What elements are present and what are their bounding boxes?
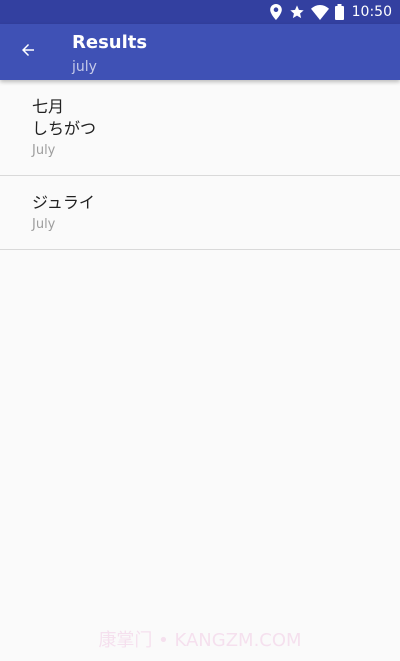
screen: 10:50 Results july 七月 しちがつ July ジュライ Jul… xyxy=(0,0,400,661)
results-list: 七月 しちがつ July ジュライ July xyxy=(0,80,400,250)
back-button[interactable] xyxy=(16,40,40,64)
watermark: 康掌门 • KANGZM.COM xyxy=(98,630,302,651)
status-bar: 10:50 xyxy=(0,0,400,24)
result-item[interactable]: 七月 しちがつ July xyxy=(0,80,400,176)
page-title: Results xyxy=(72,32,148,53)
result-item[interactable]: ジュライ July xyxy=(0,176,400,250)
result-meaning: July xyxy=(32,143,56,158)
status-time: 10:50 xyxy=(351,4,392,20)
result-katakana: ジュライ xyxy=(32,193,95,212)
result-kanji: 七月 xyxy=(32,97,65,116)
status-icons: 10:50 xyxy=(269,0,392,24)
app-bar: Results july xyxy=(0,24,400,80)
battery-icon xyxy=(334,4,344,20)
search-query-subtitle: july xyxy=(72,59,97,75)
star-icon xyxy=(289,4,305,20)
arrow-back-icon xyxy=(19,41,37,63)
wifi-icon xyxy=(310,4,329,20)
location-icon xyxy=(269,4,283,20)
result-reading: しちがつ xyxy=(32,119,97,138)
result-meaning: July xyxy=(32,217,56,232)
